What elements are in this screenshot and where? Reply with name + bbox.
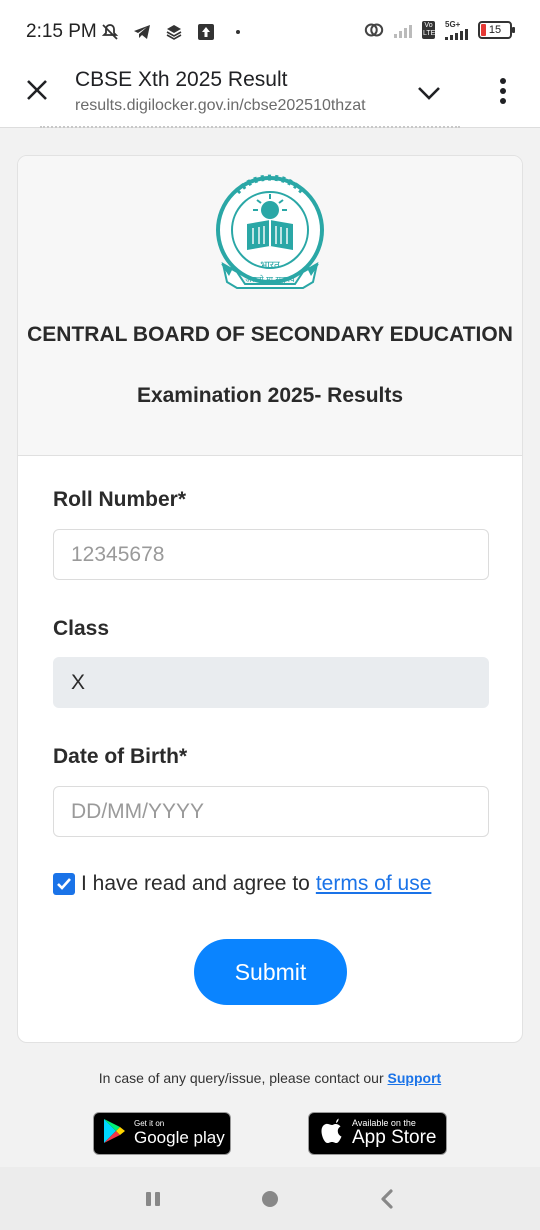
app-store-badge[interactable]: Available on the App Store bbox=[308, 1112, 447, 1155]
roll-number-label: Roll Number* bbox=[53, 488, 187, 511]
google-play-small-text: Get it on bbox=[134, 1119, 165, 1128]
system-nav-bar bbox=[0, 1167, 540, 1230]
layers-icon bbox=[164, 22, 184, 42]
network-type: 5G+ bbox=[445, 20, 461, 29]
support-notice: In case of any query/issue, please conta… bbox=[0, 1070, 540, 1086]
status-system-icons: Vo LTE 5G+ 15 bbox=[364, 20, 515, 40]
submit-button[interactable]: Submit bbox=[194, 939, 347, 1005]
chevron-down-icon[interactable] bbox=[414, 78, 444, 108]
status-bar: 2:15 PM Vo LTE 5G+ 15 bbox=[0, 0, 540, 62]
volte-badge: Vo LTE bbox=[422, 21, 436, 39]
dob-label: Date of Birth* bbox=[53, 745, 188, 768]
roll-number-input[interactable] bbox=[53, 529, 489, 580]
agree-text: I have read and agree to bbox=[81, 872, 310, 895]
status-notification-icons bbox=[100, 22, 248, 42]
board-name: CENTRAL BOARD OF SECONDARY EDUCATION bbox=[27, 323, 513, 346]
google-play-badge[interactable]: Get it on Google play bbox=[93, 1112, 231, 1155]
recents-icon[interactable] bbox=[141, 1187, 165, 1211]
google-play-icon bbox=[102, 1118, 126, 1149]
apple-icon bbox=[321, 1118, 343, 1149]
card-header: भारत असतो मा सद्गमय CENTRAL BOARD OF SEC… bbox=[18, 156, 522, 456]
signal-icon bbox=[445, 29, 468, 40]
cbse-logo: भारत असतो मा सद्गमय bbox=[215, 172, 325, 296]
more-options-icon[interactable] bbox=[490, 76, 516, 106]
url-text[interactable]: results.digilocker.gov.in/cbse202510thza… bbox=[75, 97, 391, 115]
home-icon[interactable] bbox=[258, 1187, 282, 1211]
battery-level: 15 bbox=[488, 24, 502, 36]
hotspot-icon bbox=[364, 20, 384, 40]
status-time: 2:15 PM bbox=[26, 21, 97, 42]
class-label: Class bbox=[53, 617, 110, 640]
app-store-text: App Store bbox=[352, 1127, 437, 1148]
mute-icon bbox=[100, 22, 120, 42]
upload-icon bbox=[196, 22, 216, 42]
page-title: CBSE Xth 2025 Result bbox=[75, 68, 288, 91]
class-field: X bbox=[53, 657, 489, 708]
support-link[interactable]: Support bbox=[388, 1070, 442, 1086]
exam-title: Examination 2025- Results bbox=[136, 384, 404, 407]
close-icon[interactable] bbox=[22, 75, 52, 105]
query-text: In case of any query/issue, please conta… bbox=[98, 1070, 384, 1086]
browser-toolbar: CBSE Xth 2025 Result results.digilocker.… bbox=[0, 62, 540, 128]
battery-icon: 15 bbox=[478, 21, 515, 39]
dob-input[interactable] bbox=[53, 786, 489, 837]
terms-agreement: I have read and agree to terms of use bbox=[53, 872, 431, 896]
checkmark-icon bbox=[57, 878, 71, 890]
google-play-text: Google play bbox=[134, 1128, 225, 1147]
network-indicator: 5G+ bbox=[445, 20, 468, 40]
terms-checkbox[interactable] bbox=[53, 873, 75, 895]
signal-sim1-icon bbox=[394, 22, 412, 38]
svg-text:भारत: भारत bbox=[260, 260, 280, 271]
terms-of-use-link[interactable]: terms of use bbox=[316, 872, 432, 896]
telegram-icon bbox=[132, 22, 152, 42]
partial-content-line bbox=[40, 126, 460, 130]
svg-text:असतो मा सद्गमय: असतो मा सद्गमय bbox=[245, 274, 295, 284]
result-form-card: भारत असतो मा सद्गमय CENTRAL BOARD OF SEC… bbox=[17, 155, 523, 1043]
back-icon[interactable] bbox=[375, 1187, 399, 1211]
dot-icon bbox=[228, 22, 248, 42]
